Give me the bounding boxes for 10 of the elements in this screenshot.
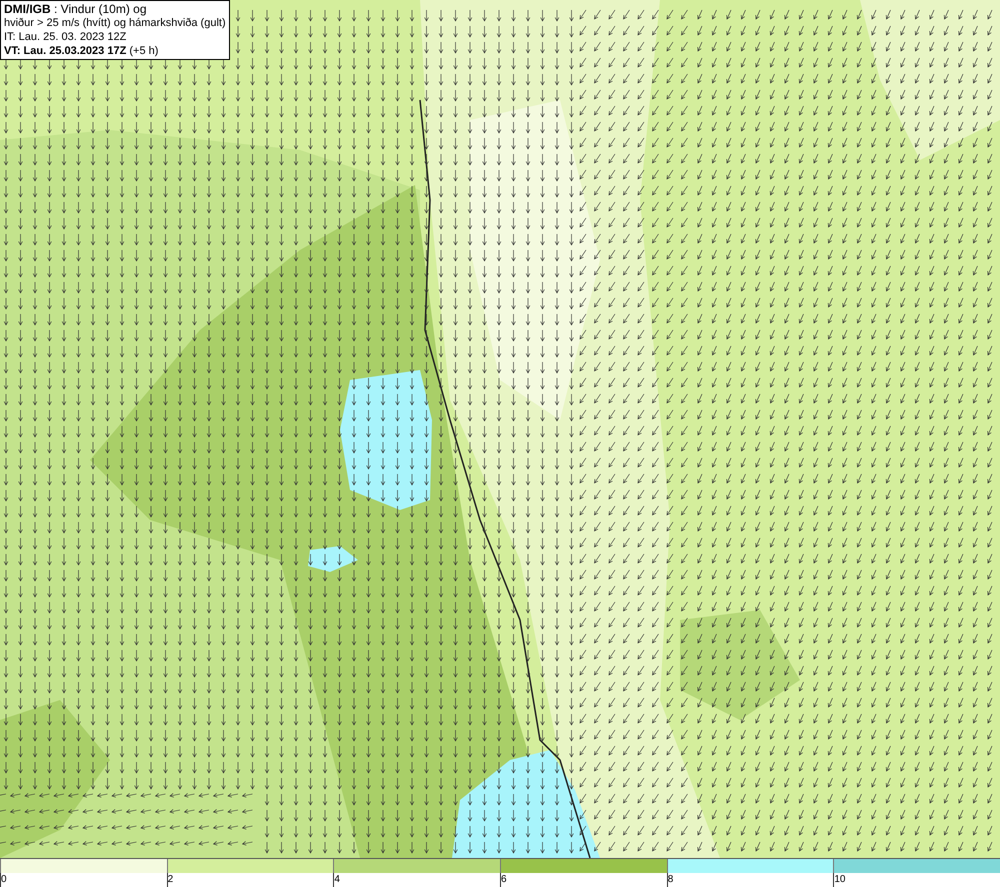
title-line: hviður > 25 m/s (hvítt) og hámarkshviða (gult) bbox=[4, 16, 226, 30]
title-line: VT: Lau. 25.03.2023 17Z (+5 h) bbox=[4, 44, 160, 58]
scale-tick-label: 2 bbox=[166, 873, 334, 887]
scale-tick-label: 4 bbox=[333, 873, 500, 887]
scale-tick-label: 0 bbox=[0, 873, 167, 887]
scale-tick-label: 8 bbox=[666, 873, 834, 887]
scale-tick-label: 6 bbox=[500, 873, 667, 887]
title-line: IT: Lau. 25. 03. 2023 12Z bbox=[4, 30, 128, 44]
title-line: DMI/IGB : Vindur (10m) og bbox=[4, 2, 148, 16]
scale-tick-label: 10 bbox=[833, 873, 1000, 887]
